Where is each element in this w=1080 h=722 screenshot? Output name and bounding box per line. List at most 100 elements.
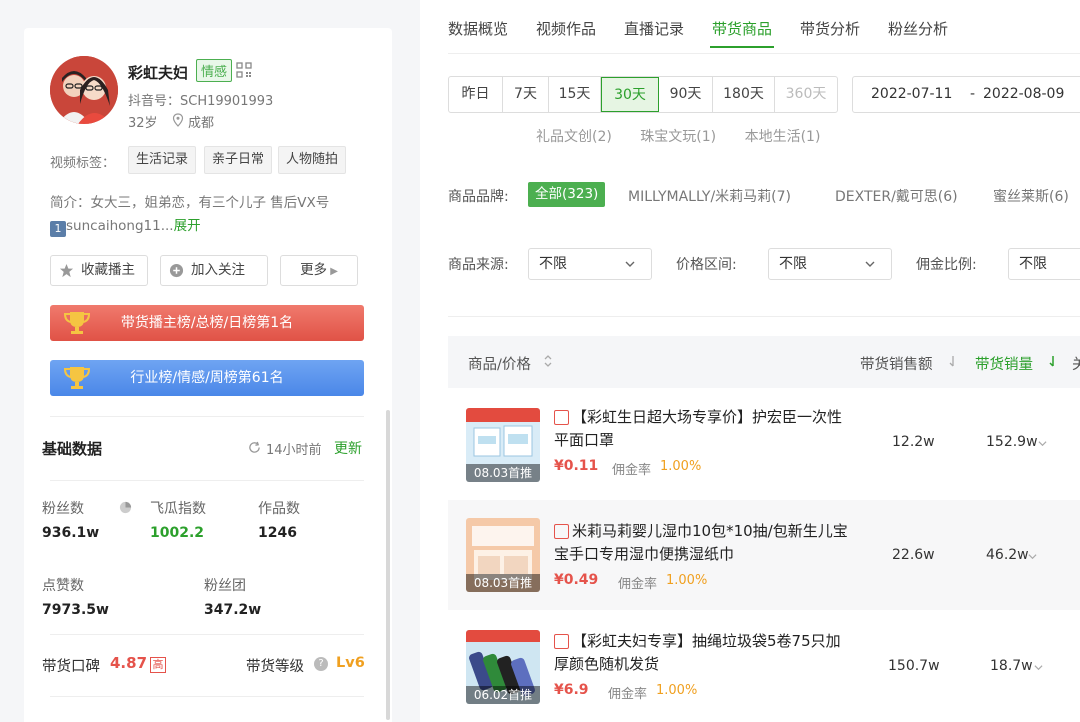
table-row[interactable]: 08.03首推 【彩虹生日超大场专享价】护宏臣一次性平面口罩 ¥0.11 佣金率…: [448, 398, 1080, 508]
commission-label: 佣金率: [612, 463, 652, 478]
rank-weekly-label: 行业榜/情感/周榜第61名: [130, 370, 284, 386]
video-tag[interactable]: 生活记录: [128, 146, 197, 174]
scrollbar[interactable]: [386, 410, 390, 720]
price-select[interactable]: 不限: [768, 248, 892, 280]
range-360d[interactable]: 360天: [775, 77, 837, 112]
range-180d[interactable]: 180天: [713, 77, 775, 112]
favorite-label: 收藏播主: [81, 262, 135, 278]
refresh-button[interactable]: 更新: [334, 438, 362, 458]
commission-value: 不限: [1019, 256, 1047, 272]
refresh-time: 14小时前: [266, 443, 322, 458]
category-option[interactable]: 本地生活(1): [745, 129, 821, 144]
sales-volume: 46.2w: [986, 547, 1029, 563]
fan-club-value: 347.2w: [204, 602, 262, 618]
table-header: 商品/价格 带货销售额 带货销量 关: [448, 336, 1080, 388]
product-thumbnail[interactable]: 08.03首推: [466, 518, 540, 592]
range-30d[interactable]: 30天: [601, 77, 659, 112]
divider: [50, 634, 364, 635]
expand-link[interactable]: 展开: [174, 218, 201, 234]
brand-all[interactable]: 全部(323): [528, 182, 606, 207]
col-sales-volume[interactable]: 带货销量: [975, 353, 1033, 374]
divider: [50, 696, 364, 697]
range-90d[interactable]: 90天: [659, 77, 713, 112]
main-panel: 数据概览 视频作品 直播记录 带货商品 带货分析 粉丝分析 昨日 7天 15天 …: [420, 0, 1080, 722]
product-title[interactable]: 【彩虹夫妇专享】抽绳垃圾袋5卷75只加厚颜色随机发货: [554, 630, 854, 676]
tab-overview[interactable]: 数据概览: [448, 18, 508, 39]
product-thumbnail[interactable]: 06.02首推: [466, 630, 540, 704]
product-thumbnail[interactable]: 08.03首推: [466, 408, 540, 482]
brand-option[interactable]: 蜜丝莱斯(6): [993, 186, 1069, 206]
divider: [50, 480, 364, 481]
chevron-down-icon: [625, 261, 635, 267]
tab-fans-analysis[interactable]: 粉丝分析: [888, 18, 948, 39]
tab-products[interactable]: 带货商品: [712, 18, 772, 39]
level-label: 带货等级: [246, 659, 304, 675]
commission-select[interactable]: 不限: [1008, 248, 1080, 280]
reputation-badge: 高: [150, 657, 166, 673]
first-promo-badge: 06.02首推: [466, 686, 540, 704]
trophy-icon: [63, 312, 91, 334]
favorite-button[interactable]: 收藏播主: [50, 255, 148, 286]
commission-label: 佣金比例:: [916, 257, 977, 273]
source-value: 不限: [539, 256, 567, 272]
sales-volume: 18.7w: [990, 658, 1033, 674]
sales-amount: 22.6w: [892, 547, 935, 563]
tab-live[interactable]: 直播记录: [624, 18, 684, 39]
location-icon: [172, 113, 184, 127]
tab-videos[interactable]: 视频作品: [536, 18, 596, 39]
rank-daily-label: 带货播主榜/总榜/日榜第1名: [120, 315, 294, 331]
source-label: 商品来源:: [448, 257, 509, 273]
commission-label: 佣金率: [608, 687, 648, 702]
arrow-down-icon[interactable]: [948, 354, 958, 368]
likes-value: 7973.5w: [42, 602, 109, 618]
chevron-down-icon[interactable]: [1038, 439, 1047, 448]
city: 成都: [188, 116, 215, 131]
commission-rate: 1.00%: [656, 683, 698, 698]
help-icon[interactable]: ?: [314, 657, 328, 671]
active-tab-indicator: [710, 46, 774, 48]
video-tag[interactable]: 人物随拍: [278, 146, 347, 174]
arrow-down-icon[interactable]: [1048, 354, 1058, 368]
influencer-name: 彩虹夫妇: [128, 64, 189, 82]
reputation-score: 4.87: [110, 654, 148, 672]
date-range-picker[interactable]: 2022-07-11 - 2022-08-09: [852, 76, 1080, 113]
commission-rate: 1.00%: [666, 573, 708, 588]
sort-icon[interactable]: [543, 354, 553, 368]
source-select[interactable]: 不限: [528, 248, 652, 280]
chevron-down-icon[interactable]: [1034, 663, 1043, 672]
range-yesterday[interactable]: 昨日: [449, 77, 503, 112]
video-tag[interactable]: 亲子日常: [204, 146, 273, 174]
brand-option[interactable]: MILLYMALLY/米莉马莉(7): [628, 186, 791, 206]
qr-code-icon[interactable]: [236, 62, 252, 78]
range-15d[interactable]: 15天: [549, 77, 601, 112]
product-title[interactable]: 【彩虹生日超大场专享价】护宏臣一次性平面口罩: [554, 406, 854, 452]
chevron-right-icon: ▶: [327, 266, 338, 277]
chevron-down-icon[interactable]: [1028, 552, 1037, 561]
plus-circle-icon: [169, 263, 184, 278]
product-title[interactable]: 米莉马莉婴儿湿巾10包*10抽/包新生儿宝宝手口专用湿巾便携湿纸巾: [554, 520, 854, 566]
follow-button[interactable]: 加入关注: [160, 255, 268, 286]
pie-chart-icon[interactable]: [119, 501, 132, 514]
price-label: 价格区间:: [676, 257, 737, 273]
brand-option[interactable]: DEXTER/戴可思(6): [835, 186, 958, 206]
rank-badge-daily[interactable]: 带货播主榜/总榜/日榜第1名: [50, 305, 364, 341]
range-7d[interactable]: 7天: [503, 77, 549, 112]
category-option[interactable]: 珠宝文玩(1): [640, 129, 716, 144]
more-button[interactable]: 更多 ▶: [280, 255, 358, 286]
level-value: Lv6: [336, 655, 365, 671]
category-option[interactable]: 礼品文创(2): [536, 129, 612, 144]
number-badge: 1: [50, 221, 66, 237]
table-row[interactable]: 08.03首推 米莉马莉婴儿湿巾10包*10抽/包新生儿宝宝手口专用湿巾便携湿纸…: [448, 500, 1080, 610]
commission-label: 佣金率: [618, 577, 658, 592]
table-row[interactable]: 06.02首推 【彩虹夫妇专享】抽绳垃圾袋5卷75只加厚颜色随机发货 ¥6.9 …: [448, 612, 1080, 722]
divider: [50, 416, 364, 417]
video-tags-label: 视频标签：: [50, 156, 116, 171]
date-end: 2022-08-09: [983, 86, 1065, 102]
avatar[interactable]: [50, 56, 118, 124]
rank-badge-weekly[interactable]: 行业榜/情感/周榜第61名: [50, 360, 364, 396]
col-sales-amount[interactable]: 带货销售额: [860, 353, 933, 374]
tab-sales-analysis[interactable]: 带货分析: [800, 18, 860, 39]
sales-volume: 152.9w: [986, 434, 1038, 450]
col-truncated[interactable]: 关: [1072, 353, 1080, 374]
col-product[interactable]: 商品/价格: [468, 353, 531, 374]
